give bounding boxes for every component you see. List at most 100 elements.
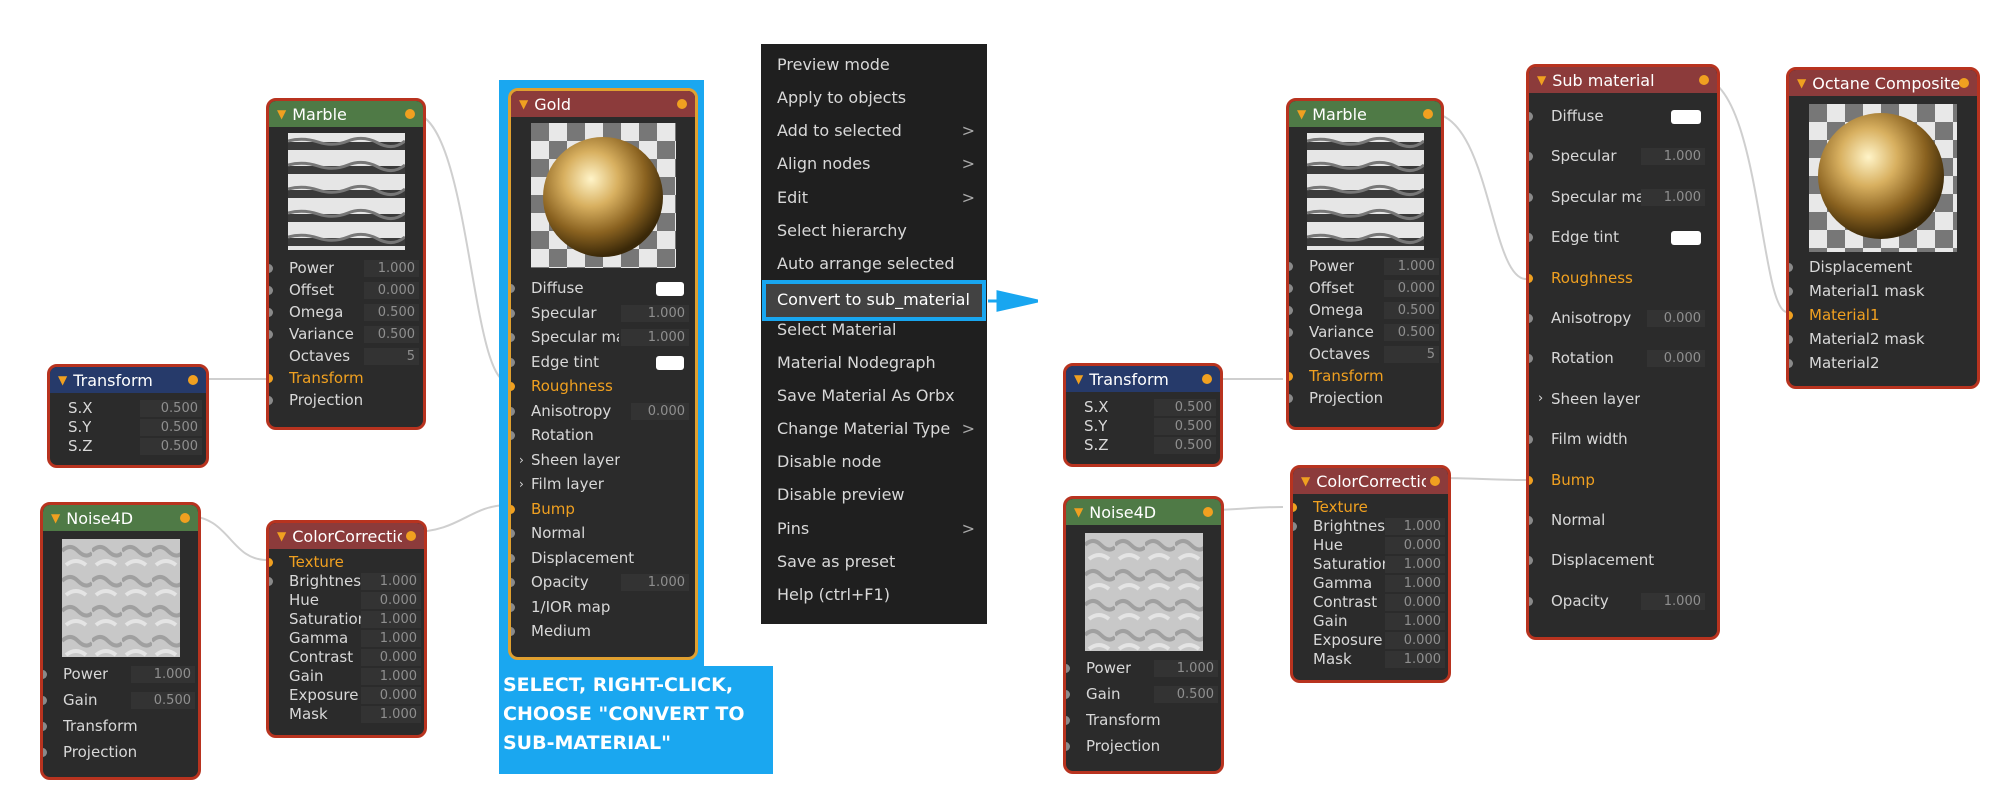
param-gain[interactable]: Gain 0.500 bbox=[1066, 685, 1221, 711]
param-gamma[interactable]: Gamma 1.000 bbox=[269, 629, 424, 648]
input-pin[interactable] bbox=[1529, 313, 1533, 323]
param-omega[interactable]: Omega 0.500 bbox=[269, 303, 423, 325]
param-hue[interactable]: Hue 0.000 bbox=[1293, 536, 1448, 555]
param-transform[interactable]: Transform bbox=[43, 717, 198, 743]
menu-item-edit[interactable]: Edit > bbox=[777, 183, 977, 213]
input-pin[interactable] bbox=[1789, 263, 1793, 272]
param-mask[interactable]: Mask 1.000 bbox=[269, 705, 424, 724]
param-sx[interactable]: S.X 0.500 bbox=[1066, 398, 1220, 417]
param-saturation[interactable]: Saturation 1.000 bbox=[269, 610, 424, 629]
param-transform[interactable]: Transform bbox=[269, 369, 423, 391]
node-header[interactable]: ▼ Marble bbox=[1289, 101, 1441, 127]
collapse-triangle-icon[interactable]: ▼ bbox=[277, 529, 286, 543]
param-contrast[interactable]: Contrast 0.000 bbox=[1293, 593, 1448, 612]
input-pin[interactable] bbox=[1529, 192, 1533, 202]
octane-composite-node[interactable]: ▼ Octane Composite Displacement Material… bbox=[1786, 67, 1980, 389]
input-pin[interactable] bbox=[1293, 522, 1297, 531]
collapse-triangle-icon[interactable]: ▼ bbox=[277, 107, 286, 121]
input-pin[interactable] bbox=[1789, 359, 1793, 368]
input-pin[interactable] bbox=[1529, 273, 1533, 283]
input-pin[interactable] bbox=[43, 722, 47, 731]
param-hue[interactable]: Hue 0.000 bbox=[269, 591, 424, 610]
param-sy[interactable]: S.Y 0.500 bbox=[50, 418, 206, 437]
menu-item-disable-node[interactable]: Disable node bbox=[777, 447, 977, 477]
param-octaves[interactable]: Octaves 5 bbox=[269, 347, 423, 369]
menu-item-select-hierarchy[interactable]: Select hierarchy bbox=[777, 216, 977, 246]
input-pin[interactable] bbox=[1529, 596, 1533, 606]
param-roughness[interactable]: Roughness bbox=[511, 377, 695, 402]
input-pin[interactable] bbox=[1289, 372, 1293, 381]
param-mask[interactable]: Mask 1.000 bbox=[1293, 650, 1448, 669]
input-pin[interactable] bbox=[1789, 287, 1793, 296]
gold-material-node[interactable]: ▼ Gold Diffuse Specular1.000 Specular ma… bbox=[508, 88, 698, 660]
param-sz[interactable]: S.Z 0.500 bbox=[50, 437, 206, 456]
collapse-triangle-icon[interactable]: ▼ bbox=[519, 97, 528, 111]
input-pin[interactable] bbox=[269, 264, 273, 273]
param-anisotropy[interactable]: Anisotropy 0.000 bbox=[511, 402, 695, 427]
collapse-triangle-icon[interactable]: ▼ bbox=[58, 373, 67, 387]
output-pin[interactable] bbox=[1430, 476, 1440, 486]
param-diffuse[interactable]: Diffuse bbox=[511, 279, 695, 304]
node-header[interactable]: ▼ Transform bbox=[1066, 366, 1220, 392]
param-film-layer[interactable]: › Film layer bbox=[511, 475, 695, 500]
param-texture[interactable]: Texture bbox=[269, 553, 424, 572]
param-projection[interactable]: Projection bbox=[43, 743, 198, 769]
param-specular[interactable]: Specular 1.000 bbox=[511, 304, 695, 329]
param-opacity[interactable]: Opacity 1.000 bbox=[1529, 592, 1717, 632]
output-pin[interactable] bbox=[1423, 109, 1433, 119]
output-pin[interactable] bbox=[1202, 374, 1212, 384]
menu-item-apply-to-objects[interactable]: Apply to objects bbox=[777, 83, 977, 113]
color-correction-node[interactable]: ▼ ColorCorrection Texture Brightness1.00… bbox=[266, 520, 427, 738]
param-sy[interactable]: S.Y 0.500 bbox=[1066, 417, 1220, 436]
param-film-width[interactable]: Film width bbox=[1529, 430, 1717, 470]
expand-chevron-icon[interactable]: › bbox=[1538, 391, 1543, 406]
param-offset[interactable]: Offset 0.000 bbox=[1289, 279, 1441, 301]
input-pin[interactable] bbox=[269, 374, 273, 383]
param-roughness[interactable]: Roughness bbox=[1529, 269, 1717, 309]
param-material2[interactable]: Material2 bbox=[1789, 354, 1977, 378]
param-bump[interactable]: Bump bbox=[1529, 471, 1717, 511]
input-pin[interactable] bbox=[1289, 262, 1293, 271]
param-offset[interactable]: Offset 0.000 bbox=[269, 281, 423, 303]
param-omega[interactable]: Omega 0.500 bbox=[1289, 301, 1441, 323]
param-gamma[interactable]: Gamma 1.000 bbox=[1293, 574, 1448, 593]
edge-tint-color-swatch[interactable] bbox=[656, 355, 684, 370]
node-editor-canvas[interactable]: ▼ Marble Power 1.000 Offset 0.000 Omega 0.5… bbox=[0, 0, 2006, 808]
output-pin[interactable] bbox=[1203, 507, 1213, 517]
node-header[interactable]: ▼ Noise4D bbox=[1066, 499, 1221, 525]
param-gain[interactable]: Gain 1.000 bbox=[269, 667, 424, 686]
param-sx[interactable]: S.X 0.500 bbox=[50, 399, 206, 418]
menu-item-convert-to-sub-material[interactable]: Convert to sub_material bbox=[762, 280, 986, 321]
param-projection[interactable]: Projection bbox=[1066, 737, 1221, 763]
input-pin[interactable] bbox=[511, 627, 515, 636]
input-pin[interactable] bbox=[269, 558, 273, 567]
param-medium[interactable]: Medium bbox=[511, 622, 695, 647]
input-pin[interactable] bbox=[269, 330, 273, 339]
input-pin[interactable] bbox=[511, 602, 515, 612]
param-anisotropy[interactable]: Anisotropy 0.000 bbox=[1529, 309, 1717, 349]
menu-item-pins[interactable]: Pins > bbox=[777, 514, 977, 544]
noise4d-node[interactable]: ▼ Noise4D Power 1.000 Gain 0.500 Transform… bbox=[1063, 496, 1224, 774]
input-pin[interactable] bbox=[1289, 394, 1293, 403]
param-power[interactable]: Power 1.000 bbox=[1066, 659, 1221, 685]
param-edge-tint[interactable]: Edge tint bbox=[511, 353, 695, 378]
input-pin[interactable] bbox=[1293, 503, 1297, 512]
input-pin[interactable] bbox=[269, 396, 273, 405]
input-pin[interactable] bbox=[1529, 233, 1533, 243]
menu-item-help[interactable]: Help (ctrl+F1) bbox=[777, 580, 977, 610]
menu-item-auto-arrange[interactable]: Auto arrange selected bbox=[777, 249, 977, 279]
param-brightness[interactable]: Brightness 1.000 bbox=[269, 572, 424, 591]
param-material2-mask[interactable]: Material2 mask bbox=[1789, 330, 1977, 354]
menu-item-align-nodes[interactable]: Align nodes > bbox=[777, 149, 977, 179]
input-pin[interactable] bbox=[1529, 152, 1533, 162]
diffuse-color-swatch[interactable] bbox=[1671, 110, 1701, 124]
transform-node[interactable]: ▼ Transform S.X 0.500 S.Y 0.500 S.Z 0.500 bbox=[47, 364, 209, 468]
noise4d-node[interactable]: ▼ Noise4D Power 1.000 Gain 0.500 Transform… bbox=[40, 502, 201, 780]
input-pin[interactable] bbox=[511, 431, 515, 440]
marble-node[interactable]: ▼ Marble Power 1.000 Offset 0.000 Omega 0.5… bbox=[266, 98, 426, 430]
input-pin[interactable] bbox=[511, 504, 515, 514]
input-pin[interactable] bbox=[1529, 435, 1533, 445]
param-gain[interactable]: Gain 1.000 bbox=[1293, 612, 1448, 631]
param-material1-mask[interactable]: Material1 mask bbox=[1789, 282, 1977, 306]
param-projection[interactable]: Projection bbox=[1289, 389, 1441, 411]
